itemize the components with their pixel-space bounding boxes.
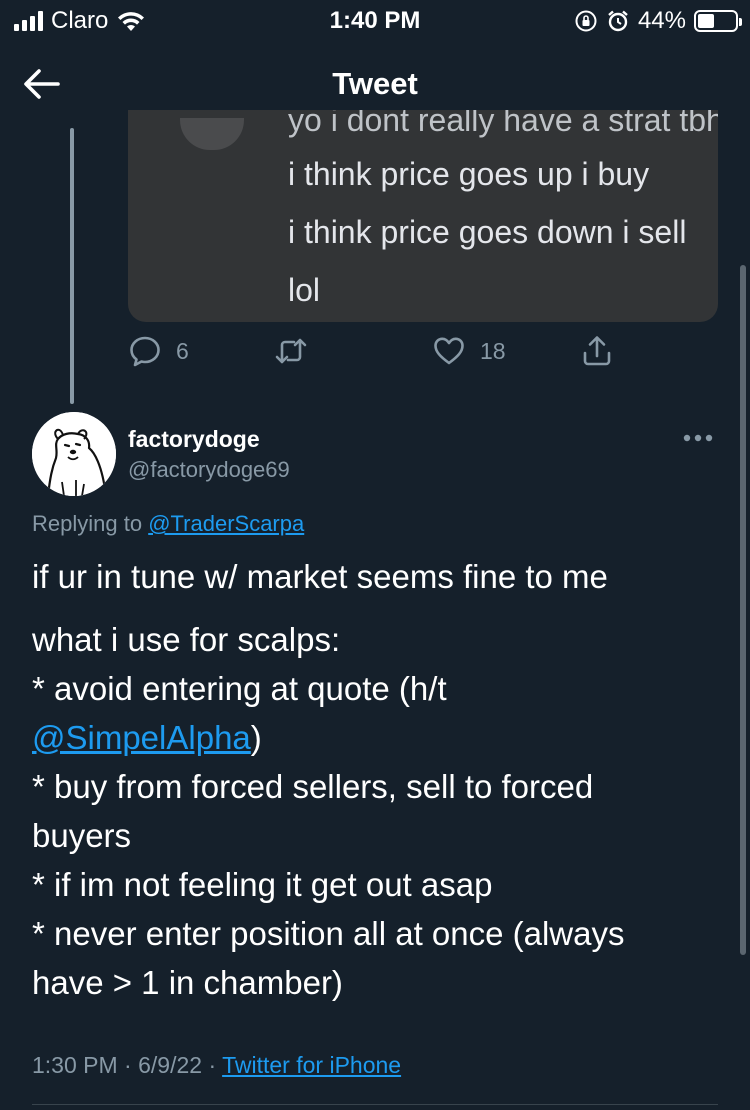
orientation-lock-icon: [575, 10, 597, 32]
tweet-date: 6/9/22: [138, 1052, 203, 1078]
retweet-icon: [275, 338, 307, 364]
reply-count: 6: [176, 337, 189, 364]
meta-separator: ·: [208, 1052, 217, 1078]
image-avatar-fragment: [180, 118, 244, 150]
status-right: 44%: [574, 7, 742, 35]
tweet-text-line: what i use for scalps:: [32, 621, 341, 658]
like-button[interactable]: 18: [432, 334, 506, 368]
divider: [32, 1104, 718, 1105]
more-options-icon[interactable]: [682, 430, 714, 446]
author-handle[interactable]: @factorydoge69: [128, 457, 290, 483]
image-text-partial: yo i dont really have a strat tbh: [288, 110, 718, 138]
battery-percentage: 44%: [637, 7, 686, 34]
tweet-text-line: * never enter position all at once (alwa…: [32, 915, 625, 952]
reply-button[interactable]: 6: [128, 334, 189, 368]
replying-to-mention-link[interactable]: @TraderScarpa: [148, 511, 304, 536]
tweet-text-line: * avoid entering at quote (h/t: [32, 670, 447, 707]
tweet-text: if ur in tune w/ market seems fine to me…: [32, 552, 722, 1007]
share-button[interactable]: [580, 334, 614, 368]
mention-link[interactable]: @SimpelAlpha: [32, 719, 251, 756]
tweet-detail-screen: Claro 1:40 PM 44% Tweet yo i dont really…: [0, 0, 750, 1110]
tweet-text-line: buyers: [32, 817, 132, 854]
previous-tweet-actions: 6 18: [128, 334, 628, 374]
replying-to: Replying to @TraderScarpa: [32, 511, 304, 537]
tweet-text-line: if ur in tune w/ market seems fine to me: [32, 558, 608, 595]
tweet-text-line: * if im not feeling it get out asap: [32, 866, 493, 903]
tweet-metadata: 1:30 PM · 6/9/22 · Twitter for iPhone: [32, 1052, 401, 1079]
battery-level: [698, 14, 714, 28]
heart-icon: [434, 337, 464, 365]
previous-tweet-image[interactable]: yo i dont really have a strat tbh i thin…: [128, 110, 718, 322]
battery-icon: [694, 10, 742, 32]
tweet-source-link[interactable]: Twitter for iPhone: [222, 1052, 401, 1078]
tweet-text-fragment: ): [250, 719, 262, 756]
tweet-text-line: @SimpelAlpha): [32, 713, 722, 762]
avatar[interactable]: [32, 412, 116, 496]
thread-connector-line: [70, 128, 74, 404]
meta-separator: ·: [124, 1052, 132, 1078]
page-title: Tweet: [332, 66, 418, 101]
status-bar: Claro 1:40 PM 44%: [0, 0, 750, 42]
like-count: 18: [480, 337, 506, 364]
alarm-clock-icon: [608, 10, 628, 32]
retweet-button[interactable]: [274, 334, 308, 368]
replying-to-label: Replying to: [32, 511, 143, 536]
share-icon: [583, 336, 611, 366]
tweet-time: 1:30 PM: [32, 1052, 118, 1078]
tweet-text-line: * buy from forced sellers, sell to force…: [32, 768, 594, 805]
image-text-line: i think price goes up i buy: [288, 156, 650, 192]
scrollbar[interactable]: [740, 265, 746, 955]
tweet-text-line: have > 1 in chamber): [32, 964, 343, 1001]
image-text-line: i think price goes down i sell: [288, 214, 687, 250]
reply-icon: [130, 336, 160, 367]
image-text-line: lol: [288, 272, 321, 308]
author-display-name[interactable]: factorydoge: [128, 426, 260, 453]
dog-avatar-icon: [32, 412, 116, 496]
